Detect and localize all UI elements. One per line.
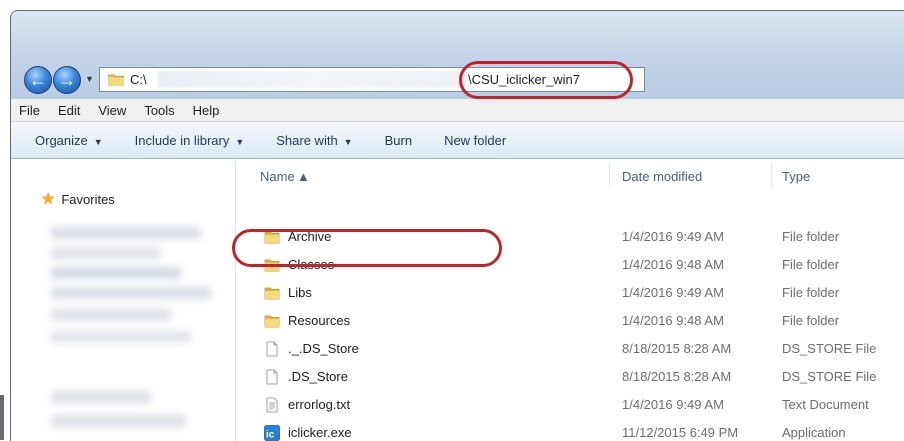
file-row-ds-store-resource[interactable]: ._.DS_Store 8/18/2015 8:28 AM DS_STORE F… (236, 335, 904, 363)
forward-arrow-icon: → (58, 69, 76, 90)
include-in-library-button[interactable]: Include in library ▼ (135, 133, 245, 148)
menu-view[interactable]: View (98, 103, 126, 118)
blurred-nav-item (51, 415, 186, 427)
navigation-pane: ★ Favorites (11, 159, 236, 441)
blank-file-icon (266, 369, 278, 385)
file-row-libs[interactable]: Libs 1/4/2016 9:49 AM File folder (236, 279, 904, 307)
file-date: 1/4/2016 9:48 AM (622, 257, 724, 272)
title-bar: ← → ▼ C:\ \CSU_iclicker_win7 (11, 11, 904, 99)
menu-edit[interactable]: Edit (58, 103, 80, 118)
file-name: .DS_Store (288, 369, 348, 384)
file-type: DS_STORE File (782, 369, 877, 384)
highlight-circle-classes (232, 229, 502, 267)
file-date: 8/18/2015 8:28 AM (622, 341, 732, 356)
burn-button[interactable]: Burn (385, 133, 412, 148)
file-date: 11/12/2015 6:49 PM (622, 425, 739, 440)
explorer-window: ← → ▼ C:\ \CSU_iclicker_win7 File Edit V… (10, 10, 904, 441)
share-label: Share with (276, 132, 338, 148)
blurred-nav-item (51, 391, 151, 403)
file-name: Resources (288, 313, 351, 328)
file-row-iclicker-exe[interactable]: ic iclicker.exe 11/12/2015 6:49 PM Appli… (236, 419, 904, 441)
command-bar: Organize ▼ Include in library ▼ Share with… (11, 122, 904, 159)
folder-icon (264, 287, 280, 300)
chevron-down-icon: ▼ (235, 136, 245, 147)
file-type: File folder (782, 285, 840, 300)
file-name: Libs (288, 285, 312, 300)
file-date: 1/4/2016 9:49 AM (622, 285, 724, 300)
share-with-button[interactable]: Share with ▼ (276, 133, 352, 148)
iclicker-app-icon: ic (264, 425, 280, 441)
organize-label: Organize (35, 132, 88, 148)
menu-tools[interactable]: Tools (144, 103, 174, 118)
file-row-ds-store[interactable]: .DS_Store 8/18/2015 8:28 AM DS_STORE Fil… (236, 363, 904, 391)
sort-ascending-icon: ▲ (297, 169, 310, 184)
file-type: File folder (782, 257, 840, 272)
file-type: Text Document (782, 397, 869, 412)
address-blurred-segment (158, 71, 468, 88)
file-type: Application (782, 425, 846, 440)
svg-text:ic: ic (266, 430, 275, 441)
column-divider[interactable] (771, 163, 772, 187)
folder-icon (264, 315, 280, 328)
recent-pages-chevron-down-icon[interactable]: ▼ (85, 74, 95, 84)
column-name[interactable]: Name (260, 169, 295, 184)
column-date-modified[interactable]: Date modified (622, 169, 702, 184)
file-date: 1/4/2016 9:49 AM (622, 397, 724, 412)
new-folder-button[interactable]: New folder (444, 133, 506, 148)
text-file-icon (266, 397, 278, 413)
file-date: 1/4/2016 9:49 AM (622, 229, 724, 244)
column-divider[interactable] (609, 163, 610, 187)
chevron-down-icon: ▼ (93, 136, 103, 147)
blank-file-icon (266, 341, 278, 357)
favorites-item[interactable]: ★ Favorites (41, 189, 115, 209)
blurred-nav-item (51, 331, 191, 343)
menu-help[interactable]: Help (193, 103, 220, 118)
column-header: ▲ Name Date modified Type (236, 159, 904, 191)
blurred-nav-item (51, 309, 171, 321)
menu-file[interactable]: File (19, 103, 40, 118)
back-button[interactable]: ← (24, 66, 52, 94)
blurred-nav-item (51, 287, 211, 299)
file-type: DS_STORE File (782, 341, 877, 356)
file-type: File folder (782, 229, 840, 244)
file-name: errorlog.txt (288, 397, 351, 412)
organize-button[interactable]: Organize ▼ (35, 133, 103, 148)
file-type: File folder (782, 313, 840, 328)
address-drive[interactable]: C:\ (130, 72, 147, 87)
file-date: 1/4/2016 9:48 AM (622, 313, 724, 328)
chevron-down-icon: ▼ (343, 136, 353, 147)
star-icon: ★ (41, 191, 56, 208)
include-label: Include in library (134, 132, 230, 148)
menu-bar: File Edit View Tools Help (11, 99, 904, 122)
window-edge (0, 395, 4, 440)
file-row-resources[interactable]: Resources 1/4/2016 9:48 AM File folder (236, 307, 904, 335)
blurred-nav-item (51, 267, 181, 279)
file-name: iclicker.exe (288, 425, 352, 440)
blurred-nav-item (51, 247, 161, 259)
highlight-circle-path (459, 61, 633, 99)
folder-icon (108, 74, 124, 86)
file-row-errorlog[interactable]: errorlog.txt 1/4/2016 9:49 AM Text Docum… (236, 391, 904, 419)
favorites-label: Favorites (61, 191, 115, 207)
file-list: ▲ Name Date modified Type Archive 1/4/20… (236, 159, 904, 441)
file-name: ._.DS_Store (288, 341, 359, 356)
file-date: 8/18/2015 8:28 AM (622, 369, 732, 384)
forward-button[interactable]: → (53, 66, 81, 94)
column-type[interactable]: Type (782, 169, 810, 184)
back-arrow-icon: ← (29, 69, 47, 90)
blurred-nav-item (51, 227, 201, 239)
